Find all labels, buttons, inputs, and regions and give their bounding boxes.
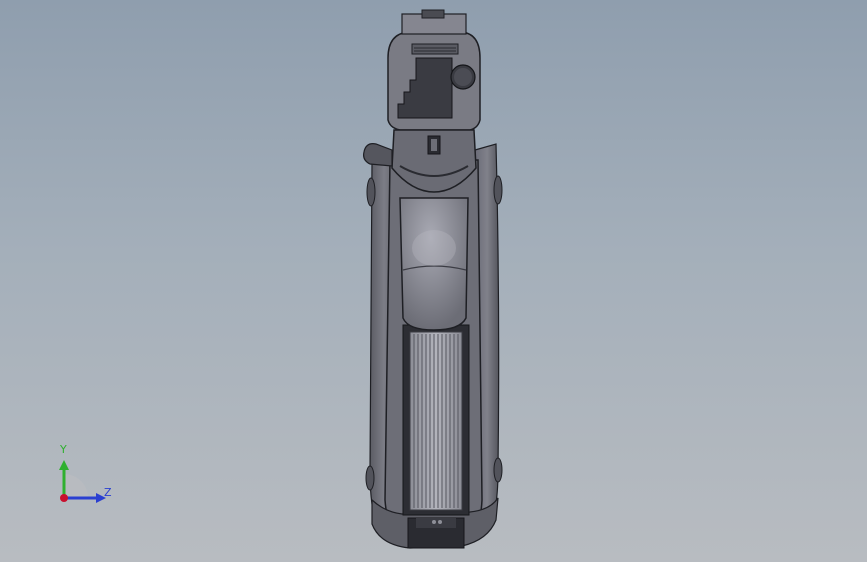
z-axis-label: Z <box>104 486 112 499</box>
graphics-viewport[interactable]: Y Z <box>0 0 867 562</box>
triad-graphic <box>59 460 106 503</box>
chamber <box>399 197 469 331</box>
slide <box>363 9 481 193</box>
orientation-triad: Y Z <box>40 438 130 518</box>
model-view[interactable] <box>0 0 867 562</box>
y-axis-label: Y <box>60 443 67 456</box>
triad-origin-icon <box>60 494 68 502</box>
magazine <box>402 324 470 516</box>
